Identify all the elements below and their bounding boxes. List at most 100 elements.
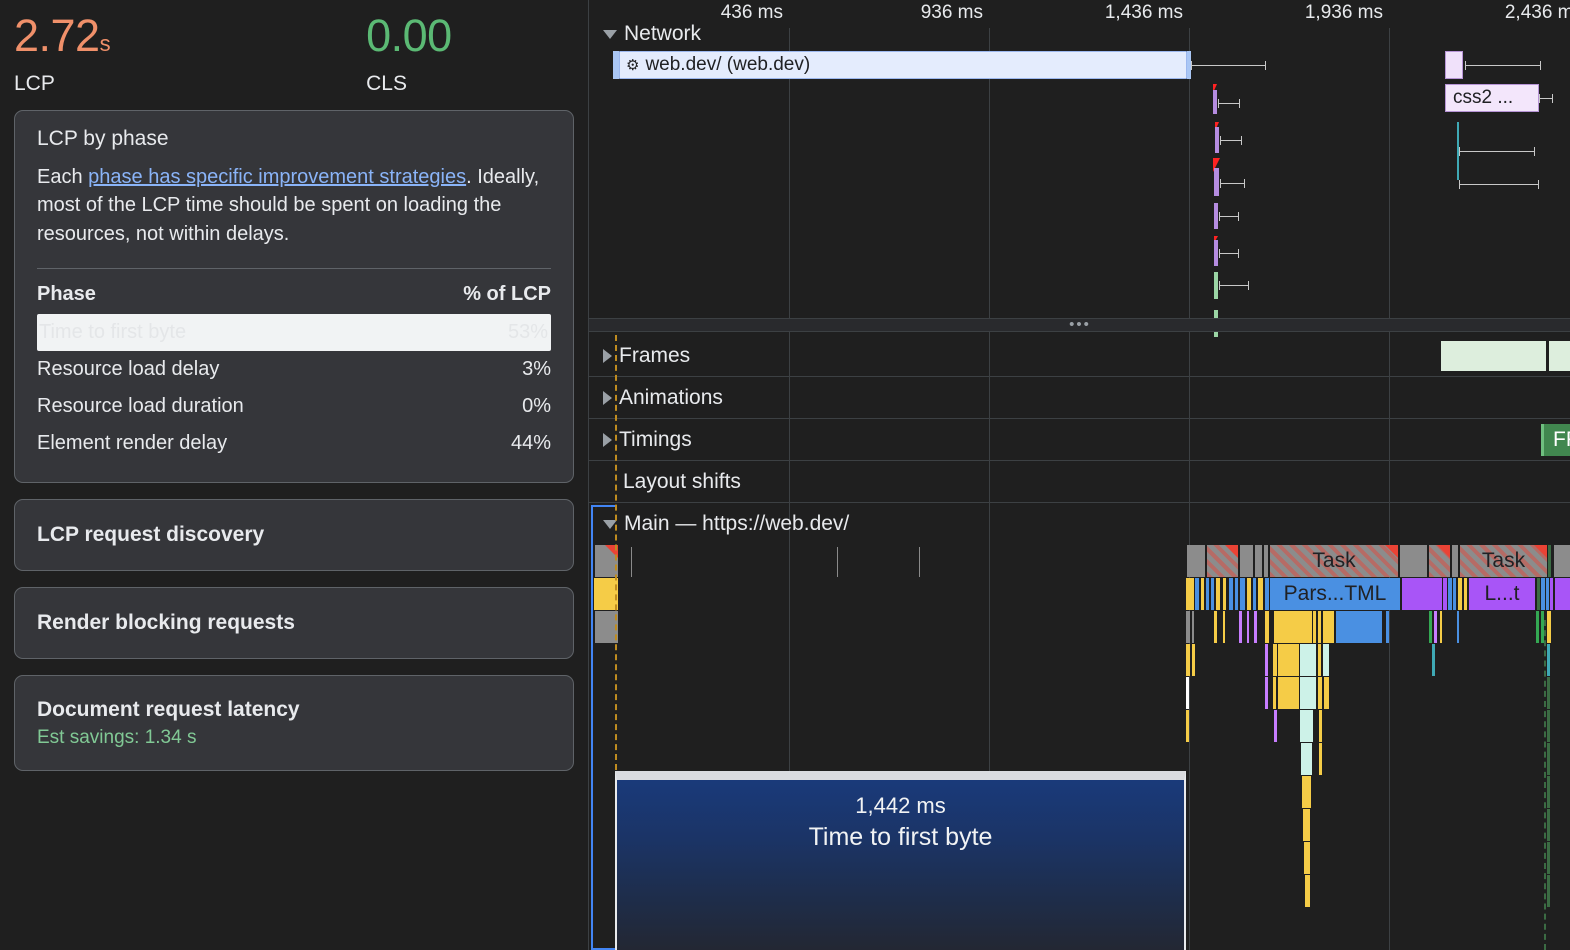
flame-event-task[interactable] <box>1206 545 1238 577</box>
insight-card-render-blocking-requests[interactable]: Render blocking requests <box>14 587 574 660</box>
flame-event[interactable] <box>1278 644 1299 676</box>
flame-event[interactable] <box>1429 611 1432 643</box>
flame-event[interactable] <box>1336 611 1382 643</box>
flame-event[interactable] <box>1278 677 1299 709</box>
flame-event[interactable] <box>1254 611 1257 643</box>
flame-event[interactable] <box>1186 644 1190 676</box>
flame-event-task[interactable] <box>1263 545 1268 577</box>
network-request-css2[interactable]: css2 ... <box>1445 84 1539 112</box>
flame-event[interactable] <box>1265 611 1269 643</box>
table-row[interactable]: Element render delay 44% <box>37 425 551 462</box>
flame-event[interactable] <box>1464 578 1467 610</box>
flame-event[interactable] <box>1216 578 1220 610</box>
flame-event[interactable] <box>1229 578 1233 610</box>
flame-event[interactable] <box>1223 578 1226 610</box>
track-row-animations[interactable]: Animations <box>589 377 1570 419</box>
flame-event-task[interactable] <box>1399 545 1427 577</box>
flame-event[interactable] <box>1186 710 1189 742</box>
flame-event[interactable] <box>1274 611 1312 643</box>
flame-event[interactable] <box>1240 578 1245 610</box>
flame-event[interactable] <box>1318 677 1322 709</box>
flame-event-task[interactable] <box>1186 545 1205 577</box>
flame-event[interactable] <box>1247 578 1251 610</box>
flame-event[interactable] <box>1541 578 1545 610</box>
flame-event[interactable] <box>1186 578 1194 610</box>
flame-event[interactable] <box>1453 578 1456 610</box>
flame-event[interactable] <box>1302 776 1311 808</box>
network-track[interactable]: Network ⚙ web.dev/ (web.dev) css2 ... <box>589 18 1570 337</box>
flame-event[interactable] <box>1319 743 1322 775</box>
flame-event-task[interactable] <box>1451 545 1458 577</box>
flame-event[interactable] <box>1448 578 1452 610</box>
metric-lcp[interactable]: 2.72s LCP <box>0 10 111 96</box>
flame-event[interactable] <box>1318 611 1321 643</box>
flame-event[interactable] <box>1546 578 1549 610</box>
table-row[interactable]: Resource load delay 3% <box>37 351 551 388</box>
track-row-timings[interactable]: Timings FP <box>589 419 1570 461</box>
chevron-down-icon[interactable] <box>603 29 617 39</box>
timespan-overlay-ttfb[interactable]: 1,442 ms Time to first byte <box>615 771 1186 950</box>
flame-event[interactable] <box>1274 710 1277 742</box>
flame-event[interactable] <box>1432 644 1435 676</box>
frame-block[interactable] <box>1549 341 1570 371</box>
track-resize-handle[interactable]: ••• <box>589 317 1570 332</box>
insight-card-document-request-latency[interactable]: Document request latency Est savings: 1.… <box>14 675 574 772</box>
flame-event[interactable] <box>1323 611 1334 643</box>
flame-event-parse-html[interactable]: Pars...TML <box>1270 578 1400 610</box>
flame-event[interactable] <box>1324 677 1329 709</box>
flame-event[interactable] <box>1550 578 1553 610</box>
flame-event[interactable] <box>1536 611 1539 643</box>
track-row-frames[interactable]: Frames <box>589 335 1570 377</box>
flame-event[interactable] <box>1547 842 1550 874</box>
table-row[interactable]: Resource load duration 0% <box>37 388 551 425</box>
flame-event[interactable] <box>1305 875 1310 907</box>
flame-event[interactable] <box>1547 710 1550 742</box>
flame-event[interactable] <box>1304 842 1310 874</box>
flame-event[interactable] <box>1273 644 1277 676</box>
improvement-strategies-link[interactable]: phase has specific improvement strategie… <box>88 166 466 188</box>
flame-event[interactable] <box>1206 578 1209 610</box>
flame-event[interactable] <box>1247 611 1249 643</box>
flame-event-task[interactable]: Task <box>1459 545 1547 577</box>
flame-event[interactable] <box>1201 578 1204 610</box>
flame-event[interactable] <box>1265 677 1268 709</box>
flame-event[interactable] <box>1318 644 1321 676</box>
flame-event[interactable] <box>1547 644 1550 676</box>
flame-event[interactable] <box>1211 578 1214 610</box>
flame-event[interactable] <box>1192 611 1194 643</box>
network-request-document[interactable]: ⚙ web.dev/ (web.dev) <box>619 51 1187 79</box>
track-label-layout-shifts[interactable]: Layout shifts <box>623 470 741 494</box>
flame-event[interactable] <box>1195 578 1199 610</box>
flame-event[interactable] <box>1303 809 1310 841</box>
flame-event[interactable] <box>1186 611 1190 643</box>
flame-event[interactable] <box>1301 743 1312 775</box>
flame-event[interactable] <box>1547 611 1551 643</box>
flame-event[interactable] <box>1239 611 1242 643</box>
frame-block[interactable] <box>1441 341 1547 371</box>
flame-event[interactable] <box>1192 644 1195 676</box>
flame-event-layout[interactable]: L...t <box>1469 578 1535 610</box>
metric-cls[interactable]: 0.00 CLS <box>110 10 452 96</box>
table-row[interactable]: Time to first byte 53% <box>37 314 551 352</box>
flame-event[interactable] <box>1547 743 1550 775</box>
chevron-right-icon[interactable] <box>603 390 612 405</box>
flame-event[interactable] <box>1323 644 1329 676</box>
flame-event[interactable] <box>1235 578 1238 610</box>
track-row-layout-shifts[interactable]: Layout shifts <box>589 461 1570 503</box>
chevron-right-icon[interactable] <box>603 348 612 363</box>
flame-event[interactable] <box>1186 677 1189 709</box>
flame-event[interactable] <box>1258 578 1263 610</box>
track-label-main[interactable]: Main — https://web.dev/ <box>603 512 849 536</box>
flame-event[interactable] <box>1402 578 1442 610</box>
flame-event[interactable] <box>1547 776 1550 808</box>
flame-event[interactable] <box>1443 578 1447 610</box>
flame-event[interactable] <box>1458 578 1462 610</box>
flame-event[interactable] <box>1555 578 1570 610</box>
flame-event[interactable] <box>1313 611 1316 643</box>
flame-event[interactable] <box>1547 677 1550 709</box>
flame-event-task[interactable] <box>1553 545 1570 577</box>
flame-event[interactable] <box>1457 611 1459 643</box>
flame-event[interactable] <box>1537 578 1540 610</box>
flame-event-task[interactable] <box>1428 545 1450 577</box>
flame-event[interactable] <box>1319 710 1322 742</box>
